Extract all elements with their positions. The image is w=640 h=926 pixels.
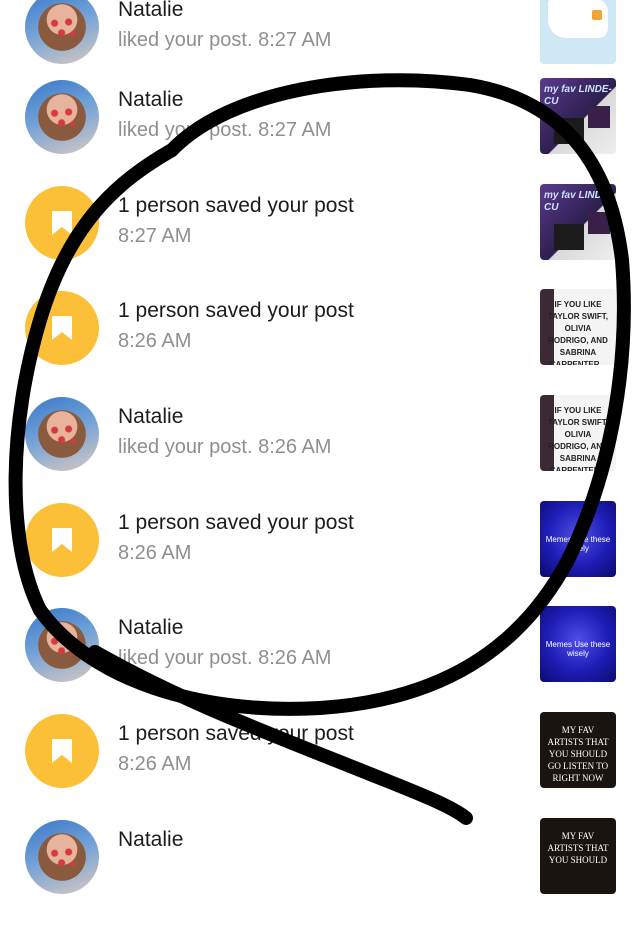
username[interactable]: Natalie bbox=[118, 828, 183, 852]
saved-badge-avatar[interactable] bbox=[25, 714, 99, 788]
post-thumbnail[interactable]: my fav LINDE-CU bbox=[540, 78, 616, 154]
notification-subtitle: liked your post. 8:27 AM bbox=[118, 29, 332, 51]
notification-subtitle: liked your post. 8:27 AM bbox=[118, 119, 332, 141]
thumbnail-text: Memes Use these wisely bbox=[545, 535, 611, 553]
notification-subtitle: 8:26 AM bbox=[118, 330, 192, 352]
username[interactable]: Natalie bbox=[118, 405, 183, 429]
notification-subtitle: liked your post. 8:26 AM bbox=[118, 647, 332, 669]
thumb-image bbox=[588, 212, 610, 234]
thumbnail-text: my fav LINDE-CU bbox=[544, 84, 612, 107]
notification-row[interactable]: 1 person saved your post 8:26 AM Memes Use… bbox=[0, 501, 640, 609]
thumbnail-text: my fav LINDE-CU bbox=[544, 190, 612, 213]
user-avatar[interactable] bbox=[25, 608, 99, 682]
post-thumbnail[interactable]: MY FAV ARTISTS THAT YOU SHOULD bbox=[540, 818, 616, 894]
avatar-face-detail bbox=[49, 106, 77, 130]
saved-badge-avatar[interactable] bbox=[25, 186, 99, 260]
bookmark-icon bbox=[52, 211, 72, 235]
thumb-image bbox=[554, 118, 584, 144]
map-highlight bbox=[592, 10, 602, 20]
thumbnail-text: MY FAV ARTISTS THAT YOU SHOULD bbox=[547, 831, 609, 865]
bookmark-icon bbox=[52, 528, 72, 552]
user-avatar[interactable] bbox=[25, 820, 99, 894]
post-thumbnail[interactable]: Memes Use these wisely bbox=[540, 501, 616, 577]
bookmark-icon bbox=[52, 316, 72, 340]
post-thumbnail[interactable]: my fav LINDE-CU bbox=[540, 184, 616, 260]
notification-subtitle: 8:26 AM bbox=[118, 753, 192, 775]
username[interactable]: Natalie bbox=[118, 88, 183, 112]
avatar-face-detail bbox=[49, 846, 77, 870]
thumbnail-text: Memes Use these wisely bbox=[545, 640, 611, 658]
notification-title: 1 person saved your post bbox=[118, 722, 354, 745]
saved-badge-avatar[interactable] bbox=[25, 291, 99, 365]
notification-row[interactable]: Natalie liked your post. 8:26 AM Memes Use… bbox=[0, 606, 640, 714]
notification-row[interactable]: Natalie liked your post. 8:27 AM my fav LI… bbox=[0, 78, 640, 186]
notification-subtitle: liked your post. 8:26 AM bbox=[118, 436, 332, 458]
post-thumbnail[interactable]: Memes Use these wisely bbox=[540, 606, 616, 682]
post-thumbnail[interactable] bbox=[540, 0, 616, 64]
notification-row[interactable]: 1 person saved your post 8:27 AM my fav LI… bbox=[0, 184, 640, 292]
notification-row[interactable]: Natalie MY FAV ARTISTS THAT YOU SHOULD bbox=[0, 818, 640, 926]
notification-subtitle: 8:27 AM bbox=[118, 225, 192, 247]
thumb-image bbox=[588, 106, 610, 128]
notification-title: 1 person saved your post bbox=[118, 194, 354, 217]
notification-title: 1 person saved your post bbox=[118, 299, 354, 322]
saved-badge-avatar[interactable] bbox=[25, 503, 99, 577]
user-avatar[interactable] bbox=[25, 0, 99, 64]
notification-subtitle: 8:26 AM bbox=[118, 542, 192, 564]
avatar-face-detail bbox=[49, 634, 77, 658]
username[interactable]: Natalie bbox=[118, 616, 183, 640]
notification-row[interactable]: 1 person saved your post 8:26 AM IF YOU LI… bbox=[0, 289, 640, 397]
post-thumbnail[interactable]: IF YOU LIKE TAYLOR SWIFT, OLIVIA RODRIGO… bbox=[540, 289, 616, 365]
avatar-face-detail bbox=[49, 16, 77, 40]
bookmark-icon bbox=[52, 739, 72, 763]
user-avatar[interactable] bbox=[25, 397, 99, 471]
notification-row[interactable]: 1 person saved your post 8:26 AM MY FAV AR… bbox=[0, 712, 640, 820]
thumbnail-text: IF YOU LIKE TAYLOR SWIFT, OLIVIA RODRIGO… bbox=[548, 406, 608, 471]
avatar-face-detail bbox=[49, 423, 77, 447]
post-thumbnail[interactable]: IF YOU LIKE TAYLOR SWIFT, OLIVIA RODRIGO… bbox=[540, 395, 616, 471]
thumb-image bbox=[554, 224, 584, 250]
username[interactable]: Natalie bbox=[118, 0, 183, 22]
thumbnail-text: MY FAV ARTISTS THAT YOU SHOULD GO LISTEN… bbox=[547, 725, 609, 783]
user-avatar[interactable] bbox=[25, 80, 99, 154]
notification-title: 1 person saved your post bbox=[118, 511, 354, 534]
post-thumbnail[interactable]: MY FAV ARTISTS THAT YOU SHOULD GO LISTEN… bbox=[540, 712, 616, 788]
notification-row[interactable]: Natalie liked your post. 8:26 AM IF YOU LI… bbox=[0, 395, 640, 503]
thumbnail-text: IF YOU LIKE TAYLOR SWIFT, OLIVIA RODRIGO… bbox=[548, 300, 608, 365]
